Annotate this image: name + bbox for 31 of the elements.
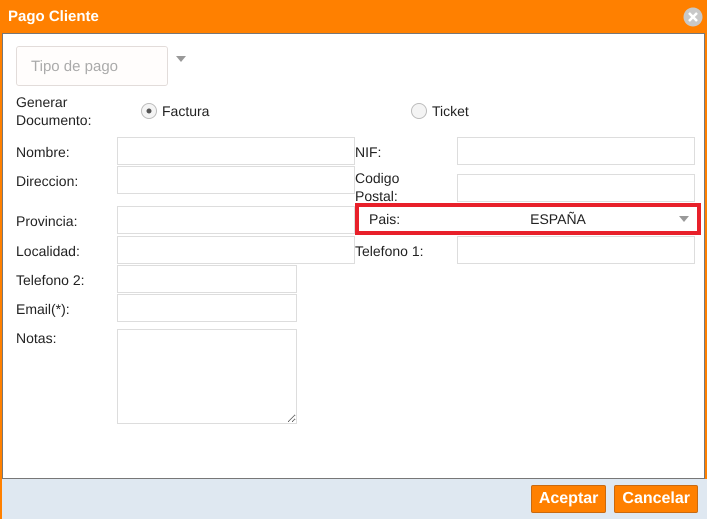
field-label: Direccion:	[16, 172, 80, 190]
text-field[interactable]	[117, 265, 297, 293]
payment-type-dropdown[interactable]: Tipo de pago	[16, 46, 168, 86]
field-label: Provincia:	[16, 212, 78, 230]
text-field[interactable]	[457, 236, 695, 264]
window-title: Pago Cliente	[8, 8, 99, 25]
country-dropdown[interactable]: Pais: ESPAÑA	[355, 203, 701, 235]
text-field[interactable]	[457, 174, 695, 202]
radio-icon[interactable]	[411, 103, 427, 119]
text-field[interactable]	[117, 236, 355, 264]
text-field[interactable]	[117, 206, 355, 234]
field-label: Codigo Postal:	[355, 169, 400, 205]
text-field[interactable]	[117, 166, 355, 194]
caret-icon[interactable]	[176, 56, 186, 62]
field-label: Localidad:	[16, 242, 81, 260]
caret-icon	[679, 216, 689, 222]
field-label: Generar Documento:	[16, 93, 92, 129]
text-field[interactable]	[117, 294, 297, 322]
field-label: Notas:	[16, 329, 58, 347]
radio-option[interactable]: Factura	[141, 103, 210, 119]
notes-field[interactable]	[117, 329, 297, 424]
close-icon[interactable]	[683, 6, 703, 26]
field-label: Telefono 2:	[16, 271, 86, 289]
field-label: Email(*):	[16, 300, 71, 318]
field-label: Nombre:	[16, 143, 71, 161]
text-field[interactable]	[117, 137, 355, 165]
field-label: NIF:	[355, 143, 382, 161]
text-field[interactable]	[457, 137, 695, 165]
field-label: Telefono 1:	[355, 242, 424, 260]
radio-option[interactable]: Ticket	[411, 103, 469, 119]
radio-icon[interactable]	[141, 103, 157, 119]
